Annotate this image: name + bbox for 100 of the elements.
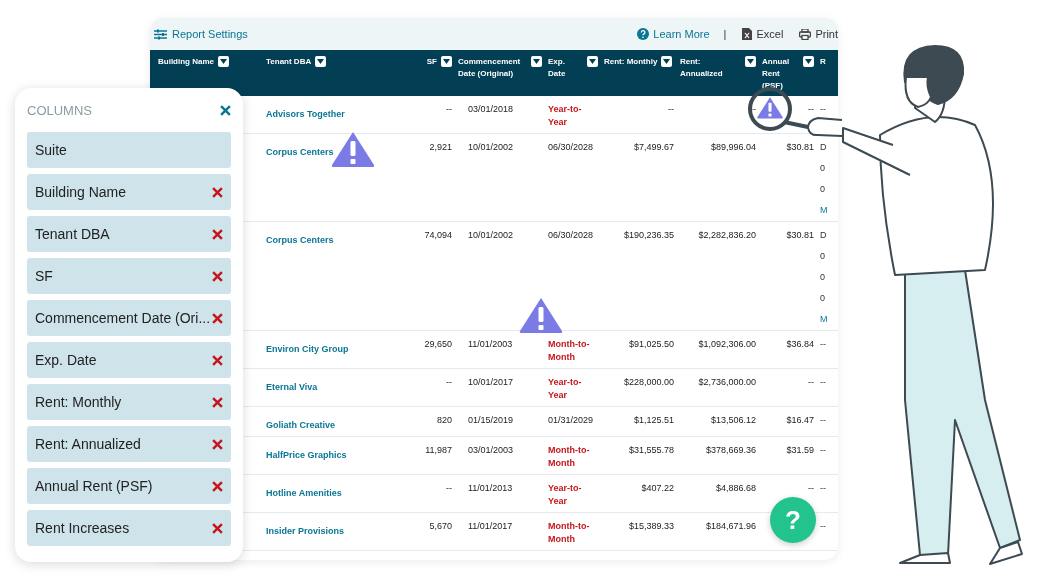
tenant-link[interactable]: Corpus Centers (266, 147, 334, 157)
remove-icon[interactable] (212, 228, 223, 240)
table-cell-text: 74,094 (424, 229, 452, 242)
dropdown-button[interactable] (745, 56, 756, 67)
table-cell-text: 0 (820, 250, 826, 263)
tenant-link[interactable]: Eternal Viva (266, 382, 318, 392)
column-item[interactable]: Tenant DBA (27, 216, 231, 252)
table-cell-text: -- (820, 520, 827, 533)
table-cell-text: $16.47 (786, 414, 814, 427)
table-cell-text: $36.84 (786, 338, 814, 351)
table-cell-text: -- (446, 103, 452, 116)
dropdown-button[interactable] (218, 56, 229, 67)
column-item[interactable]: Exp. Date (27, 342, 231, 378)
table-cell-text: 29,650 (424, 338, 452, 351)
column-header: SF (426, 56, 437, 68)
remove-icon[interactable] (212, 438, 223, 450)
dropdown-button[interactable] (661, 56, 673, 67)
tenant-link[interactable]: HalfPrice Graphics (266, 450, 347, 460)
tenant-link[interactable]: Hotline Amenities (266, 488, 342, 498)
table-cell-text: $2,736,000.00 (698, 376, 756, 389)
table-cell-text: $30.81 (786, 229, 814, 242)
dropdown-button[interactable] (315, 56, 327, 67)
table-cell-text: D (820, 229, 828, 242)
table-cell-text: $378,669.36 (705, 444, 756, 457)
excel-link[interactable]: Excel (742, 28, 784, 40)
print-link[interactable]: Print (799, 28, 838, 40)
dropdown-button[interactable] (531, 56, 542, 67)
tenant-link[interactable]: Corpus Centers (266, 235, 334, 245)
column-item[interactable]: Suite (27, 132, 231, 168)
tenant-link[interactable]: Environ City Group (266, 344, 349, 354)
table-cell-text: -- (750, 103, 756, 116)
table-cell-text: Year-to-Year (548, 103, 583, 129)
table-cell-text: 11,987 (425, 444, 452, 457)
table-cell-text: -- (446, 376, 452, 389)
column-item[interactable]: Building Name (27, 174, 231, 210)
tenant-link[interactable]: Insider Provisions (266, 526, 345, 536)
caret-icon (805, 59, 812, 64)
remove-icon[interactable] (212, 186, 223, 198)
table-cell-text: 10/01/2002 (467, 229, 514, 242)
table-cell-text: 03/01/2003 (467, 444, 514, 457)
sliders-icon (154, 28, 167, 40)
table-cell-text: 0 (820, 183, 826, 196)
table-cell-text: -- (820, 338, 827, 351)
table-cell-text: $184,671.96 (705, 520, 756, 533)
column-header: Annual Rent (PSF) (762, 56, 791, 92)
printer-icon (799, 28, 812, 40)
table-cell-text: M (820, 313, 829, 326)
column-item[interactable]: Commencement Date (Ori... (27, 300, 231, 336)
remove-icon[interactable] (212, 312, 223, 324)
remove-icon[interactable] (212, 522, 223, 534)
table-cell-text: 10/01/2002 (467, 141, 514, 154)
column-item[interactable]: Annual Rent (PSF) (27, 468, 231, 504)
remove-icon[interactable] (212, 480, 223, 492)
table-cell-text: $2,282,836.20 (698, 229, 756, 242)
caret-icon (220, 59, 227, 64)
column-header: Tenant DBA (266, 56, 312, 68)
column-item[interactable]: SF (27, 258, 231, 294)
table-cell-text: Year-to-Year (548, 482, 583, 508)
table-cell-text: -- (820, 376, 827, 389)
table-cell-text: -- (808, 376, 814, 389)
help-icon (637, 28, 650, 40)
table-cell-text: $89,996.04 (710, 141, 756, 154)
table-cell-text: $190,236.35 (623, 229, 674, 242)
caret-icon (663, 59, 671, 64)
table-cell-text: -- (668, 103, 674, 116)
table-cell-text: -- (808, 103, 814, 116)
table-cell-text: $407.22 (641, 482, 674, 495)
column-item[interactable]: Rent Increases (27, 510, 231, 546)
table-cell-text: 0 (820, 292, 826, 305)
spreadsheet-icon (742, 28, 753, 40)
caret-icon (747, 59, 754, 64)
table-cell-text: $30.81 (786, 141, 814, 154)
table-cell-text: $1,092,306.00 (698, 338, 756, 351)
help-link[interactable]: Learn More (637, 28, 710, 40)
separator: | (723, 28, 727, 40)
table-cell-text: $13,506.12 (710, 414, 756, 427)
table-cell-text: 06/30/2028 (548, 229, 594, 242)
table-cell-text: D (820, 141, 828, 154)
tenant-link[interactable]: Advisors Together (266, 109, 345, 119)
column-header: Commencement Date (Original) (458, 56, 522, 80)
table-cell-text: 2,921 (429, 141, 452, 154)
remove-icon[interactable] (220, 104, 231, 116)
dropdown-button[interactable] (587, 56, 598, 67)
table-cell-text: -- (808, 482, 814, 495)
table-cell-text: 11/01/2013 (467, 482, 513, 495)
table-cell-text: $228,000.00 (623, 376, 674, 389)
column-item[interactable]: Rent: Annualized (27, 426, 231, 462)
column-item[interactable]: Rent: Monthly (27, 384, 231, 420)
tenant-link[interactable]: Goliath Creative (266, 420, 336, 430)
dropdown-button[interactable] (441, 56, 452, 67)
report-settings-link[interactable]: Report Settings (154, 28, 248, 40)
remove-icon[interactable] (212, 396, 223, 408)
table-cell-text: 820 (436, 414, 452, 427)
remove-icon[interactable] (212, 270, 223, 282)
table-cell-text: -- (820, 414, 827, 427)
remove-icon[interactable] (212, 354, 223, 366)
dropdown-button[interactable] (803, 56, 814, 67)
table-cell-text: $15,389.33 (628, 520, 674, 533)
table-cell-text: $31.59 (786, 444, 814, 457)
table-cell-text: 0 (820, 162, 826, 175)
